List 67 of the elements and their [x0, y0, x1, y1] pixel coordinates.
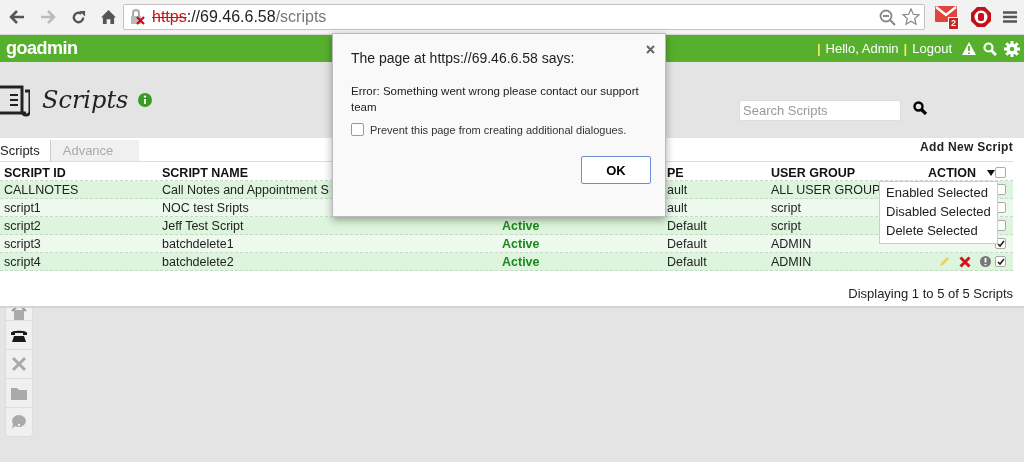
add-new-script-link[interactable]: Add New Script — [920, 140, 1013, 161]
info-icon[interactable] — [980, 256, 991, 267]
close-icon[interactable] — [646, 45, 655, 54]
stop-hand-icon[interactable] — [971, 7, 991, 27]
dialog-message: Error: Something went wrong please contact our support team — [351, 84, 640, 115]
column-header: SCRIPT NAME — [162, 165, 249, 180]
insecure-lock-icon — [130, 9, 146, 25]
status-text: Active — [502, 254, 540, 269]
column-header: USER GROUP — [771, 165, 856, 180]
script-name: batchdelete1 — [162, 236, 234, 251]
reload-icon[interactable] — [71, 9, 86, 25]
separator: | — [903, 41, 908, 56]
script-name: Jeff Test Script — [162, 218, 244, 233]
info-icon[interactable] — [138, 93, 153, 107]
checkbox[interactable] — [995, 167, 1006, 178]
script-id: CALLNOTES — [4, 182, 79, 197]
script-type: Default — [667, 236, 707, 251]
menu-icon[interactable] — [1003, 11, 1017, 23]
script-type: Default — [667, 218, 707, 233]
checkbox[interactable] — [351, 123, 364, 136]
back-icon[interactable] — [9, 10, 25, 24]
dialog-title: The page at https://69.46.6.58 says: — [351, 50, 576, 66]
status-text: Active — [502, 218, 540, 233]
search-icon[interactable] — [913, 101, 927, 115]
page-title: Scripts — [42, 86, 129, 114]
zoom-out-icon[interactable] — [879, 8, 896, 26]
script-type: ault — [667, 200, 688, 215]
script-name: NOC test Sripts — [162, 200, 249, 215]
script-name: Call Notes and Appointment S — [162, 182, 329, 197]
user-group: ADMIN — [771, 236, 812, 251]
settings-icon[interactable] — [1004, 40, 1020, 57]
script-id: script1 — [4, 200, 41, 215]
home-icon[interactable] — [101, 10, 116, 24]
status-text: Active — [502, 236, 540, 251]
record-count: Displaying 1 to 5 of 5 Scripts — [848, 286, 1013, 301]
ok-button[interactable]: OK — [581, 156, 651, 184]
script-name: batchdelete2 — [162, 254, 234, 269]
column-header: PE — [667, 165, 684, 180]
column-header: SCRIPT ID — [4, 165, 66, 180]
menu-item[interactable]: Enabled Selected — [886, 183, 997, 202]
script-id: script2 — [4, 218, 41, 233]
user-group: script — [771, 218, 801, 233]
menu-item[interactable]: Disabled Selected — [886, 202, 997, 221]
separator: | — [816, 41, 821, 56]
menu-item[interactable]: Delete Selected — [886, 221, 997, 240]
search-field[interactable]: Search Scripts — [739, 99, 901, 121]
delete-icon[interactable] — [959, 255, 971, 268]
notification-count: 2 — [948, 17, 959, 30]
greeting-text: Hello, Admin — [825, 41, 899, 56]
caret-icon[interactable] — [987, 169, 995, 176]
warning-icon[interactable] — [962, 42, 976, 55]
user-group: script — [771, 200, 801, 215]
address-bar[interactable]: https://69.46.6.58/scripts — [123, 4, 925, 30]
checkbox-label: Prevent this page from creating additional dialogues. — [370, 123, 627, 136]
star-icon[interactable] — [902, 8, 920, 26]
checkbox[interactable] — [995, 256, 1006, 267]
script-id: script4 — [4, 254, 41, 269]
user-group: ADMIN — [771, 254, 812, 269]
script-type: Default — [667, 254, 707, 269]
column-header: ACTION — [928, 165, 976, 180]
user-group: ALL USER GROUP — [771, 182, 881, 197]
help-icon[interactable] — [10, 413, 28, 431]
script-type: ault — [667, 182, 688, 197]
script-id: script3 — [4, 236, 41, 251]
tab[interactable]: Scripts — [0, 140, 51, 161]
document-icon — [0, 83, 30, 117]
url-text: https://69.46.6.58/scripts — [152, 8, 327, 26]
